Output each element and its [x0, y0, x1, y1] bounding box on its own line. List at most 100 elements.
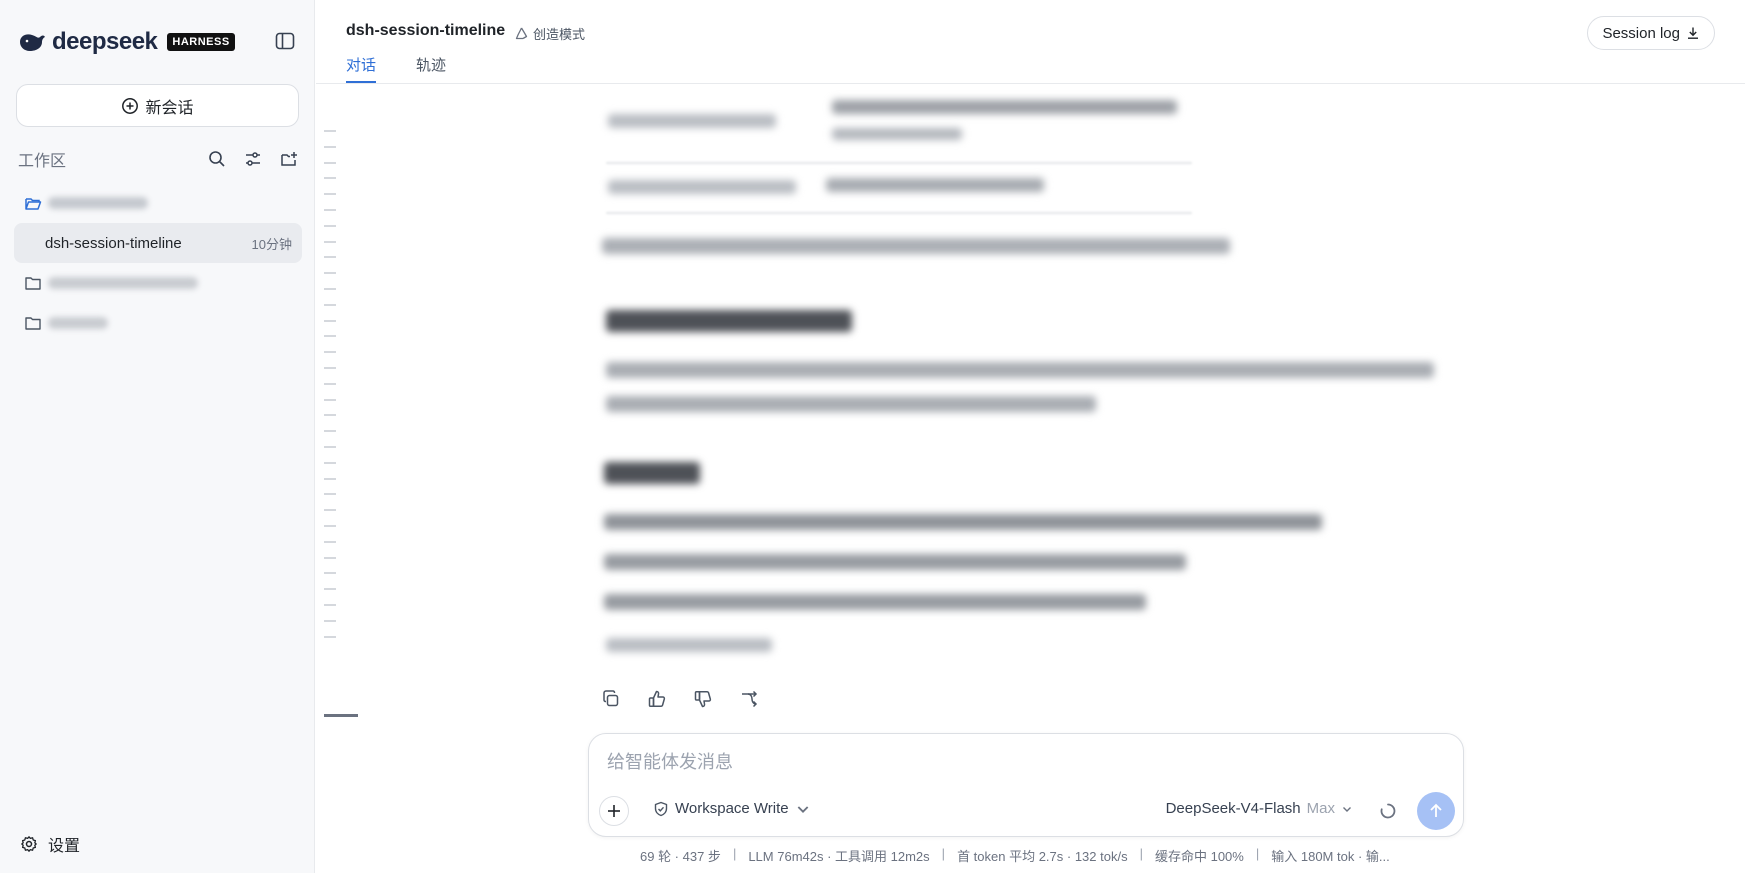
redacted-folder-name	[48, 317, 108, 329]
timeline-tick[interactable]	[324, 288, 336, 290]
brand-name: deepseek	[52, 28, 158, 55]
workspace-label: 工作区	[18, 153, 67, 170]
gear-icon	[21, 836, 37, 852]
timeline-tick[interactable]	[324, 493, 336, 496]
redacted-divider	[606, 212, 1192, 214]
settings-button[interactable]: 设置	[20, 832, 80, 856]
mode-indicator[interactable]: 创造模式	[514, 24, 585, 43]
brand-logo[interactable]: deepseek HARNESS	[18, 28, 235, 56]
workspace-folder-open[interactable]	[14, 183, 302, 223]
attach-button[interactable]	[599, 796, 629, 826]
redacted-text	[832, 100, 1177, 114]
message-composer: Workspace Write DeepSeek-V4-Flash Max	[588, 733, 1464, 837]
thumbs-down-icon[interactable]	[692, 688, 714, 710]
timeline-tick[interactable]	[324, 161, 336, 164]
tab-conversation[interactable]: 对话	[346, 54, 377, 83]
session-name: dsh-session-timeline	[45, 234, 182, 252]
timeline-tick[interactable]	[324, 572, 336, 575]
timeline-tick[interactable]	[324, 209, 336, 211]
timeline-tick[interactable]	[324, 177, 336, 180]
timeline-minimap[interactable]	[324, 130, 360, 730]
status-llm: LLM 76m42s · 工具调用 12m2s	[748, 849, 930, 864]
arrow-up-icon	[1430, 803, 1442, 817]
new-chat-button[interactable]: 新会话	[16, 84, 299, 127]
workspace-folder[interactable]	[14, 263, 302, 303]
redacted-text	[604, 594, 1146, 610]
timeline-tick[interactable]	[324, 303, 336, 306]
timeline-tick[interactable]	[324, 272, 336, 275]
redacted-text	[604, 554, 1186, 570]
timeline-tick[interactable]	[324, 335, 336, 338]
branch-icon[interactable]	[738, 688, 760, 710]
redacted-divider	[606, 162, 1192, 164]
plus-circle-icon	[122, 97, 139, 114]
workspace-header: 工作区	[18, 148, 300, 170]
status-separator: |	[1255, 846, 1260, 861]
tab-trace[interactable]: 轨迹	[416, 54, 446, 83]
redacted-folder-name	[48, 277, 198, 289]
timeline-tick[interactable]	[324, 193, 336, 196]
mode-label: 创造模式	[533, 27, 586, 42]
message-input[interactable]	[607, 748, 1427, 778]
permission-label: Workspace Write	[675, 800, 789, 817]
page-title: dsh-session-timeline	[346, 22, 506, 39]
timeline-tick[interactable]	[324, 240, 336, 243]
timeline-tick[interactable]	[324, 604, 336, 606]
timeline-tick[interactable]	[324, 224, 336, 227]
redacted-text	[608, 114, 776, 128]
brand-tag: HARNESS	[167, 33, 235, 51]
session-log-label: Session log	[1602, 24, 1680, 42]
timeline-tick[interactable]	[324, 588, 336, 591]
filter-sliders-icon[interactable]	[242, 148, 264, 170]
timeline-tick[interactable]	[324, 446, 336, 448]
timeline-tick[interactable]	[324, 461, 336, 464]
timeline-tick[interactable]	[324, 619, 336, 622]
timeline-tick[interactable]	[324, 540, 336, 543]
send-button[interactable]	[1417, 792, 1455, 830]
chevron-down-icon	[1343, 806, 1351, 812]
model-name: DeepSeek-V4-Flash	[1165, 800, 1301, 817]
timeline-tick[interactable]	[324, 414, 336, 417]
folder-icon	[25, 277, 41, 290]
sidebar-toggle-icon[interactable]	[274, 30, 296, 52]
model-selector[interactable]: DeepSeek-V4-Flash Max	[1166, 800, 1353, 817]
settings-label: 设置	[48, 838, 81, 855]
add-folder-icon[interactable]	[278, 148, 300, 170]
redacted-text	[832, 128, 962, 140]
view-tabs: 对话 轨迹	[346, 54, 446, 83]
timeline-tick[interactable]	[324, 382, 336, 385]
status-separator: |	[732, 846, 737, 861]
permission-selector[interactable]: Workspace Write	[653, 800, 811, 817]
status-token: 首 token 平均 2.7s · 132 tok/s	[957, 849, 1128, 864]
workspace-folder[interactable]	[14, 303, 302, 343]
timeline-tick[interactable]	[324, 556, 336, 559]
redacted-heading	[606, 310, 852, 332]
message-actions	[600, 688, 760, 710]
timeline-tick[interactable]	[324, 635, 336, 638]
sidebar: deepseek HARNESS 新会话 工作区 dsh-session-tim…	[0, 0, 315, 873]
search-icon[interactable]	[206, 148, 228, 170]
redacted-text	[606, 396, 1096, 412]
session-log-button[interactable]: Session log	[1587, 16, 1715, 50]
copy-icon[interactable]	[600, 688, 622, 710]
timeline-tick[interactable]	[324, 319, 336, 322]
timeline-tick[interactable]	[324, 130, 336, 132]
timeline-tick[interactable]	[324, 525, 336, 527]
redacted-text	[826, 178, 1044, 192]
timeline-tick[interactable]	[324, 367, 336, 369]
plus-icon	[608, 805, 620, 817]
status-input: 输入 180M tok · 输...	[1271, 849, 1390, 864]
status-rounds: 69 轮 · 437 步	[640, 849, 721, 864]
redacted-text	[608, 180, 796, 194]
session-item[interactable]: dsh-session-timeline 10分钟	[14, 223, 302, 263]
timeline-tick[interactable]	[324, 256, 336, 259]
loading-spinner-icon	[1380, 803, 1396, 819]
timeline-current-marker[interactable]	[324, 714, 358, 717]
timeline-tick[interactable]	[324, 398, 336, 401]
timeline-tick[interactable]	[324, 430, 336, 433]
thumbs-up-icon[interactable]	[646, 688, 668, 710]
timeline-tick[interactable]	[324, 145, 336, 148]
timeline-tick[interactable]	[324, 477, 336, 480]
timeline-tick[interactable]	[324, 509, 336, 512]
timeline-tick[interactable]	[324, 351, 336, 354]
